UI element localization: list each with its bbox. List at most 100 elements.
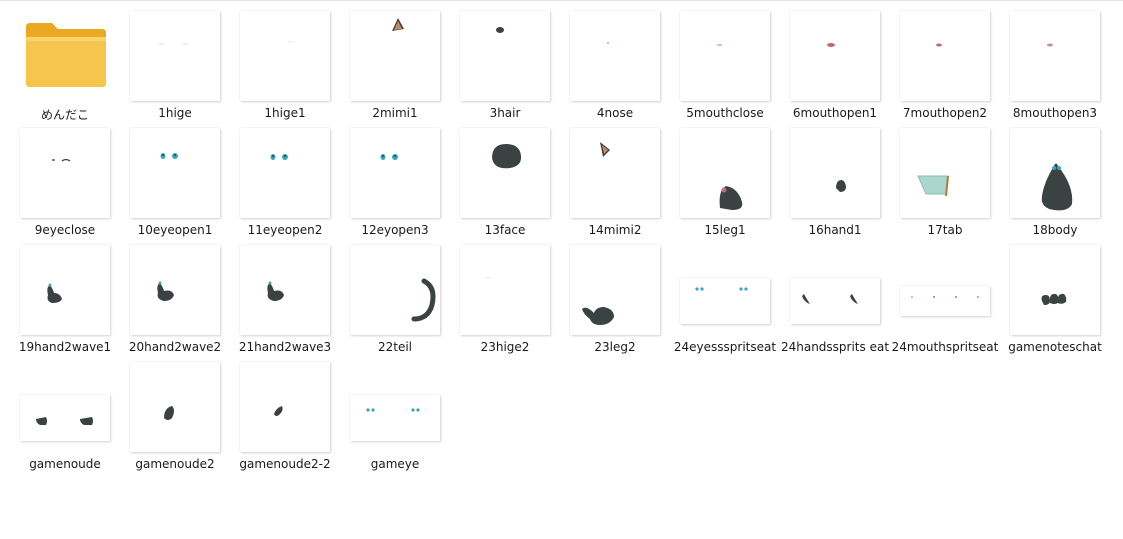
file-label: 5mouthclose	[686, 106, 764, 120]
file-label: 4nose	[596, 106, 634, 120]
image-thumbnail-icon	[790, 11, 880, 101]
file-item[interactable]: 23hige2	[450, 241, 560, 358]
file-label: 9eyeclose	[34, 223, 96, 237]
file-item[interactable]: 14mimi2	[560, 124, 670, 241]
image-thumbnail-icon	[900, 286, 990, 316]
file-label: gameye	[370, 457, 420, 471]
file-label: 24mouthspritseat	[891, 340, 999, 354]
file-label: 19hand2wave1	[18, 340, 112, 354]
image-thumbnail-icon	[240, 362, 330, 452]
image-thumbnail-icon	[350, 245, 440, 335]
file-item[interactable]: 21hand2wave3	[230, 241, 340, 358]
file-item[interactable]: gamenoude2	[120, 358, 230, 475]
file-label: 16hand1	[808, 223, 862, 237]
file-grid: めんだこ 1hige 1hige1 2mimi1 3hair 4nose 5mo…	[10, 7, 1120, 527]
image-thumbnail-icon	[1010, 11, 1100, 101]
file-item[interactable]: めんだこ	[10, 7, 120, 124]
file-item[interactable]: 17tab	[890, 124, 1000, 241]
file-item[interactable]: 2mimi1	[340, 7, 450, 124]
image-thumbnail-icon	[350, 395, 440, 441]
file-label: 23hige2	[480, 340, 530, 354]
file-label: 3hair	[489, 106, 521, 120]
file-item[interactable]: 19hand2wave1	[10, 241, 120, 358]
file-label: 10eyeopen1	[137, 223, 213, 237]
image-thumbnail-icon	[20, 128, 110, 218]
image-thumbnail-icon	[680, 128, 770, 218]
image-thumbnail-icon	[570, 128, 660, 218]
file-item[interactable]: 22teil	[340, 241, 450, 358]
file-item[interactable]: 8mouthopen3	[1000, 7, 1110, 124]
file-label: gamenoude	[29, 457, 101, 471]
image-thumbnail-icon	[570, 11, 660, 101]
file-label: 20hand2wave2	[128, 340, 222, 354]
file-item[interactable]: 5mouthclose	[670, 7, 780, 124]
file-item[interactable]: 4nose	[560, 7, 670, 124]
file-label: 21hand2wave3	[238, 340, 332, 354]
file-label: 13face	[484, 223, 526, 237]
file-label: 17tab	[927, 223, 963, 237]
file-item[interactable]: 16hand1	[780, 124, 890, 241]
file-item[interactable]: 1hige1	[230, 7, 340, 124]
file-label: 1hige	[158, 106, 192, 120]
image-thumbnail-icon	[790, 128, 880, 218]
file-item[interactable]: 24eyessspritseat	[670, 241, 780, 358]
image-thumbnail-icon	[240, 245, 330, 335]
image-thumbnail-icon	[350, 11, 440, 101]
file-label: めんだこ	[40, 108, 89, 122]
file-label: gamenoude2-2	[239, 457, 331, 471]
image-thumbnail-icon	[790, 278, 880, 324]
file-item[interactable]: gamenoteschat	[1000, 241, 1110, 358]
file-item[interactable]: 15leg1	[670, 124, 780, 241]
image-thumbnail-icon	[900, 128, 990, 218]
image-thumbnail-icon	[130, 11, 220, 101]
file-label: 23leg2	[594, 340, 636, 354]
image-thumbnail-icon	[350, 128, 440, 218]
file-item[interactable]: gameye	[340, 358, 450, 475]
file-label: 15leg1	[704, 223, 746, 237]
image-thumbnail-icon	[680, 278, 770, 324]
file-label: gamenoude2	[135, 457, 215, 471]
file-item[interactable]: 23leg2	[560, 241, 670, 358]
file-label: 12eyopen3	[361, 223, 429, 237]
image-thumbnail-icon	[240, 11, 330, 101]
file-item[interactable]: 11eyeopen2	[230, 124, 340, 241]
image-thumbnail-icon	[1010, 128, 1100, 218]
file-label: 11eyeopen2	[247, 223, 323, 237]
file-label: 1hige1	[264, 106, 306, 120]
file-item[interactable]: 1hige	[120, 7, 230, 124]
folder-icon	[24, 19, 108, 89]
file-item[interactable]: 10eyeopen1	[120, 124, 230, 241]
file-label: 7mouthopen2	[902, 106, 988, 120]
image-thumbnail-icon	[130, 245, 220, 335]
file-label: gamenoteschat	[1008, 340, 1102, 354]
image-thumbnail-icon	[1010, 245, 1100, 335]
image-thumbnail-icon	[130, 362, 220, 452]
file-item[interactable]: 3hair	[450, 7, 560, 124]
image-thumbnail-icon	[240, 128, 330, 218]
file-item[interactable]: 6mouthopen1	[780, 7, 890, 124]
file-item[interactable]: 13face	[450, 124, 560, 241]
image-thumbnail-icon	[900, 11, 990, 101]
file-item[interactable]: 18body	[1000, 124, 1110, 241]
file-label: 6mouthopen1	[792, 106, 878, 120]
file-item[interactable]: gamenoude2-2	[230, 358, 340, 475]
file-label: 24eyessspritseat	[673, 340, 777, 354]
file-label: 24handssprits eat	[780, 340, 890, 354]
file-item[interactable]: gamenoude	[10, 358, 120, 475]
file-label: 8mouthopen3	[1012, 106, 1098, 120]
image-thumbnail-icon	[20, 245, 110, 335]
file-label: 14mimi2	[588, 223, 642, 237]
file-item[interactable]: 12eyopen3	[340, 124, 450, 241]
image-thumbnail-icon	[130, 128, 220, 218]
image-thumbnail-icon	[460, 128, 550, 218]
file-item[interactable]: 24mouthspritseat	[890, 241, 1000, 358]
image-thumbnail-icon	[570, 245, 660, 335]
file-item[interactable]: 24handssprits eat	[780, 241, 890, 358]
image-thumbnail-icon	[460, 11, 550, 101]
file-item[interactable]: 20hand2wave2	[120, 241, 230, 358]
image-thumbnail-icon	[680, 11, 770, 101]
window-top-border	[0, 0, 1123, 1]
file-item[interactable]: 9eyeclose	[10, 124, 120, 241]
file-label: 22teil	[377, 340, 413, 354]
file-item[interactable]: 7mouthopen2	[890, 7, 1000, 124]
